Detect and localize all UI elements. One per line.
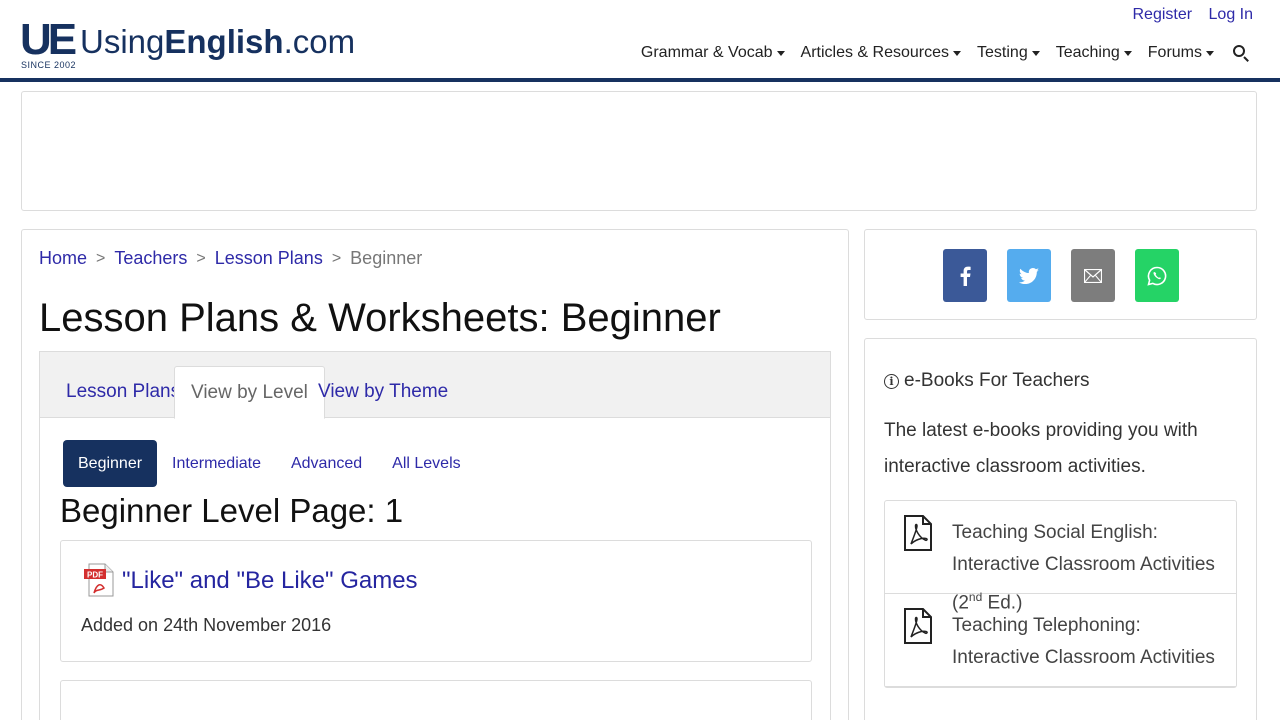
ad-banner — [21, 91, 1257, 211]
ebooks-heading-text: e-Books For Teachers — [904, 370, 1090, 391]
facebook-icon — [960, 266, 971, 286]
breadcrumb-separator: > — [331, 249, 342, 267]
pdf-icon: PDF — [84, 563, 114, 597]
ebook-list: Teaching Social English: Interactive Cla… — [884, 500, 1237, 688]
caret-down-icon — [1031, 50, 1040, 56]
logo-text: UsingEnglish.com — [80, 24, 355, 60]
tabs-container: Lesson Plans View by Level View by Theme… — [39, 351, 831, 720]
breadcrumb-separator: > — [96, 249, 106, 267]
ebooks-heading: i e-Books For Teachers — [884, 370, 1090, 392]
logo-mark: UE — [20, 15, 77, 64]
nav-label: Grammar & Vocab — [640, 44, 773, 61]
main-nav: Grammar & Vocab Articles & Resources Tes… — [625, 44, 1250, 62]
nav-label: Forums — [1147, 44, 1202, 61]
nav-articles-resources[interactable]: Articles & Resources — [801, 44, 962, 62]
caret-down-icon — [1123, 50, 1132, 56]
breadcrumb-current: Beginner — [350, 248, 423, 268]
breadcrumb-lesson-plans[interactable]: Lesson Plans — [215, 248, 323, 269]
login-link[interactable]: Log In — [1209, 6, 1253, 23]
ebook-item[interactable]: Teaching Social English: Interactive Cla… — [885, 501, 1236, 613]
breadcrumb-teachers[interactable]: Teachers — [114, 248, 187, 269]
item-title-link[interactable]: "Like" and "Be Like" Games — [122, 567, 418, 595]
svg-text:PDF: PDF — [87, 571, 103, 580]
logo-text-prefix: Using — [80, 23, 165, 60]
nav-label: Teaching — [1055, 44, 1120, 61]
nav-forums[interactable]: Forums — [1148, 44, 1214, 62]
level-heading: Beginner Level Page: 1 — [60, 492, 404, 529]
ebooks-panel: i e-Books For Teachers The latest e-book… — [864, 338, 1257, 720]
account-links: Register Log In — [1120, 6, 1253, 24]
whatsapp-share-button[interactable] — [1135, 249, 1179, 302]
logo-text-bold: English — [164, 23, 284, 60]
pdf-document-icon — [904, 515, 932, 551]
email-share-button[interactable] — [1071, 249, 1115, 302]
caret-down-icon — [953, 50, 962, 56]
whatsapp-icon — [1147, 266, 1167, 286]
breadcrumb: Home > Teachers > Lesson Plans > Beginne… — [39, 248, 422, 269]
logo-text-suffix: .com — [283, 23, 356, 60]
nav-label: Articles & Resources — [800, 44, 950, 61]
search-icon[interactable] — [1232, 44, 1250, 62]
level-pill-intermediate[interactable]: Intermediate — [157, 440, 276, 487]
breadcrumb-separator: > — [196, 249, 206, 267]
caret-down-icon — [776, 50, 785, 56]
logo-since: SINCE 2002 — [21, 60, 77, 70]
register-link[interactable]: Register — [1132, 6, 1192, 23]
level-pill-all-levels[interactable]: All Levels — [377, 440, 475, 487]
share-panel — [864, 229, 1257, 320]
ebook-item[interactable]: Teaching Telephoning: Interactive Classr… — [885, 594, 1236, 687]
level-pill-advanced[interactable]: Advanced — [276, 440, 377, 487]
site-logo[interactable]: UE SINCE 2002 UsingEnglish.com — [20, 14, 355, 71]
breadcrumb-home[interactable]: Home — [39, 248, 87, 269]
facebook-share-button[interactable] — [943, 249, 987, 302]
nav-testing[interactable]: Testing — [977, 44, 1040, 62]
twitter-share-button[interactable] — [1007, 249, 1051, 302]
ebooks-description: The latest e-books providing you with in… — [884, 420, 1198, 477]
caret-down-icon — [1206, 50, 1214, 56]
email-icon — [1084, 268, 1102, 283]
level-pill-beginner[interactable]: Beginner — [63, 440, 158, 487]
ebook-title[interactable]: Teaching Telephoning: Interactive Classr… — [952, 610, 1227, 674]
item-date: Added on 24th November 2016 — [81, 615, 332, 635]
site-header: UE SINCE 2002 UsingEnglish.com Register … — [0, 0, 1280, 82]
list-item: PDF "Like" and "Be Like" Games Added on … — [60, 540, 812, 662]
main-content-panel: Home > Teachers > Lesson Plans > Beginne… — [21, 229, 849, 720]
list-item — [60, 680, 812, 720]
nav-teaching[interactable]: Teaching — [1056, 44, 1132, 62]
tabs-header: Lesson Plans View by Level View by Theme — [40, 352, 830, 419]
tab-view-by-theme[interactable]: View by Theme — [302, 366, 464, 418]
level-filter: Beginner Intermediate Advanced All Level… — [63, 440, 476, 487]
twitter-icon — [1019, 267, 1039, 284]
pdf-document-icon — [904, 608, 932, 644]
nav-grammar-vocab[interactable]: Grammar & Vocab — [641, 44, 785, 62]
nav-label: Testing — [977, 44, 1028, 61]
info-icon: i — [884, 373, 899, 389]
page-title: Lesson Plans & Worksheets: Beginner — [39, 296, 721, 340]
